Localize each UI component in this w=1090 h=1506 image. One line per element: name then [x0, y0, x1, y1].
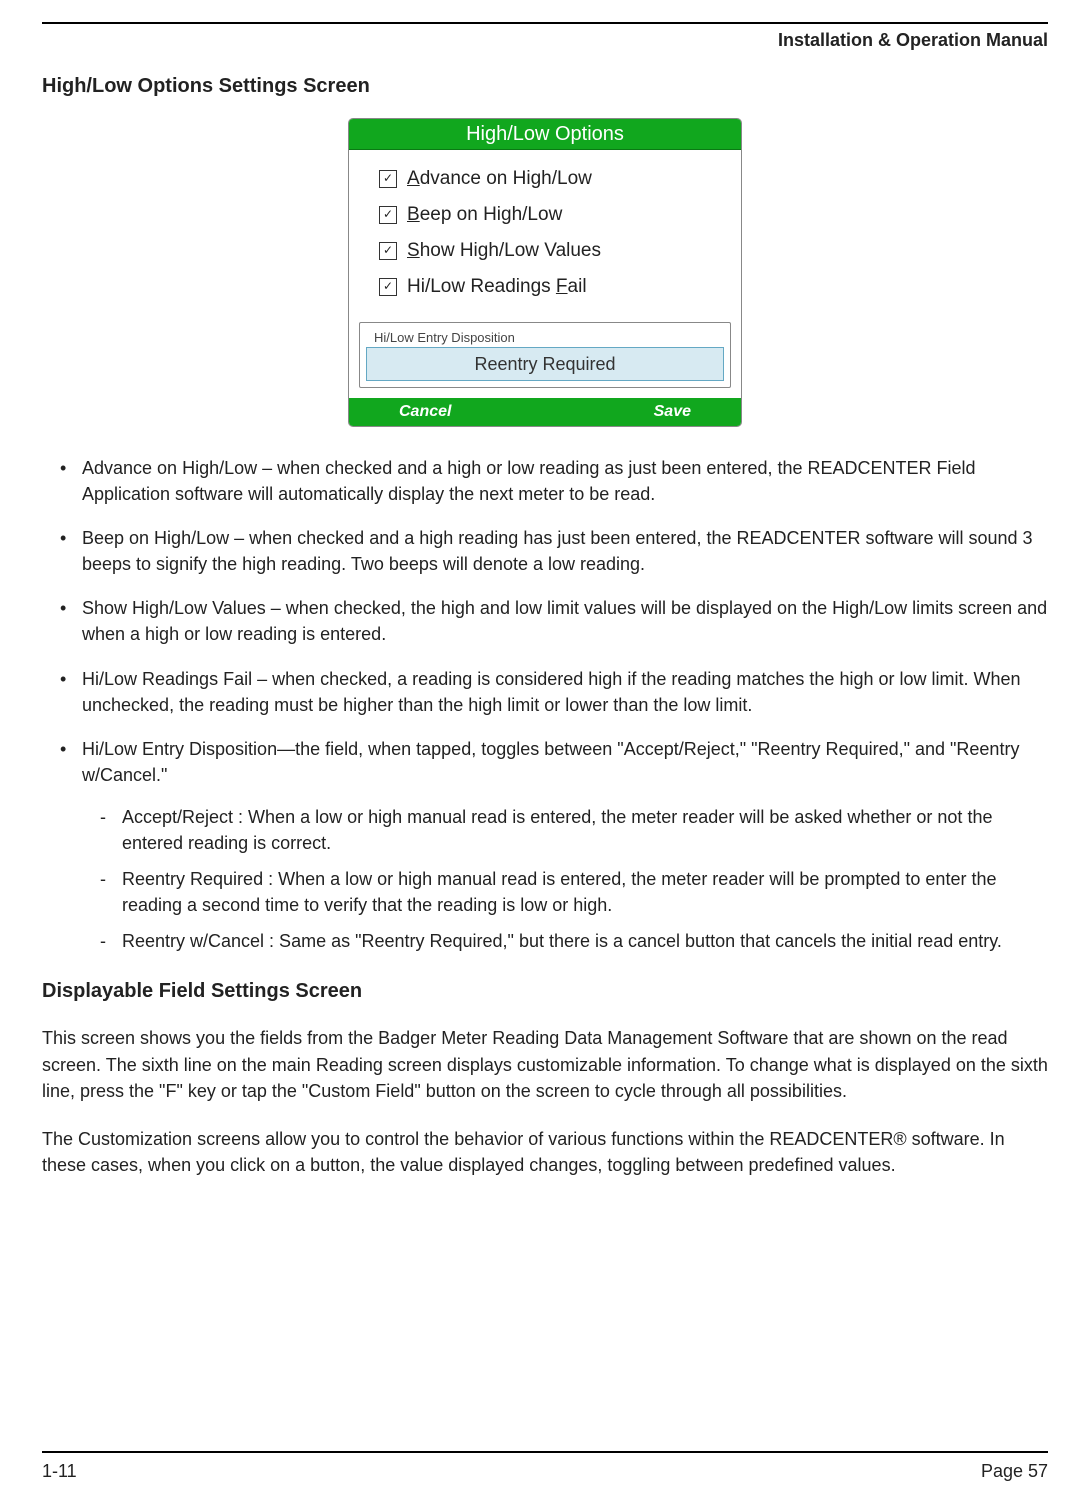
dash-item: Accept/Reject : When a low or high manua…	[82, 804, 1048, 856]
checkbox-advance[interactable]: ✓	[379, 170, 397, 188]
bullet-item: Advance on High/Low – when checked and a…	[42, 455, 1048, 507]
checkbox-label: Hi/Low Readings Fail	[407, 276, 587, 298]
checkbox-row-advance[interactable]: ✓ Advance on High/Low	[379, 168, 729, 190]
bullet-item: Beep on High/Low – when checked and a hi…	[42, 525, 1048, 577]
section-heading-highlow: High/Low Options Settings Screen	[42, 75, 1048, 98]
save-button[interactable]: Save	[654, 403, 691, 421]
checkbox-show[interactable]: ✓	[379, 242, 397, 260]
dash-item: Reentry Required : When a low or high ma…	[82, 866, 1048, 918]
checkbox-label: Advance on High/Low	[407, 168, 592, 190]
dash-item: Reentry w/Cancel : Same as "Reentry Requ…	[82, 928, 1048, 954]
bullet-item: Show High/Low Values – when checked, the…	[42, 595, 1048, 647]
checkbox-row-show[interactable]: ✓ Show High/Low Values	[379, 240, 729, 262]
checkbox-label: Show High/Low Values	[407, 240, 601, 262]
checkbox-beep[interactable]: ✓	[379, 206, 397, 224]
highlow-options-panel: High/Low Options ✓ Advance on High/Low ✓…	[348, 118, 742, 427]
disposition-fieldset: Hi/Low Entry Disposition Reentry Require…	[359, 322, 731, 388]
bullet-list: Advance on High/Low – when checked and a…	[42, 455, 1048, 972]
disposition-field[interactable]: Reentry Required	[366, 347, 724, 381]
bullet-item: Hi/Low Entry Disposition—the field, when…	[42, 736, 1048, 955]
cancel-button[interactable]: Cancel	[399, 403, 451, 421]
dash-list: Accept/Reject : When a low or high manua…	[82, 804, 1048, 954]
paragraph: The Customization screens allow you to c…	[42, 1126, 1048, 1178]
checkbox-row-fail[interactable]: ✓ Hi/Low Readings Fail	[379, 276, 729, 298]
checkbox-label: Beep on High/Low	[407, 204, 562, 226]
section-heading-displayable: Displayable Field Settings Screen	[42, 980, 1048, 1003]
footer-right: Page 57	[981, 1461, 1048, 1482]
bullet-item: Hi/Low Readings Fail – when checked, a r…	[42, 666, 1048, 718]
footer-left: 1-11	[42, 1461, 77, 1482]
top-rule	[42, 22, 1048, 24]
panel-title: High/Low Options	[349, 119, 741, 150]
doc-title: Installation & Operation Manual	[778, 30, 1048, 51]
checkbox-row-beep[interactable]: ✓ Beep on High/Low	[379, 204, 729, 226]
checkbox-fail[interactable]: ✓	[379, 278, 397, 296]
paragraph: This screen shows you the fields from th…	[42, 1025, 1048, 1103]
disposition-legend: Hi/Low Entry Disposition	[370, 330, 519, 345]
